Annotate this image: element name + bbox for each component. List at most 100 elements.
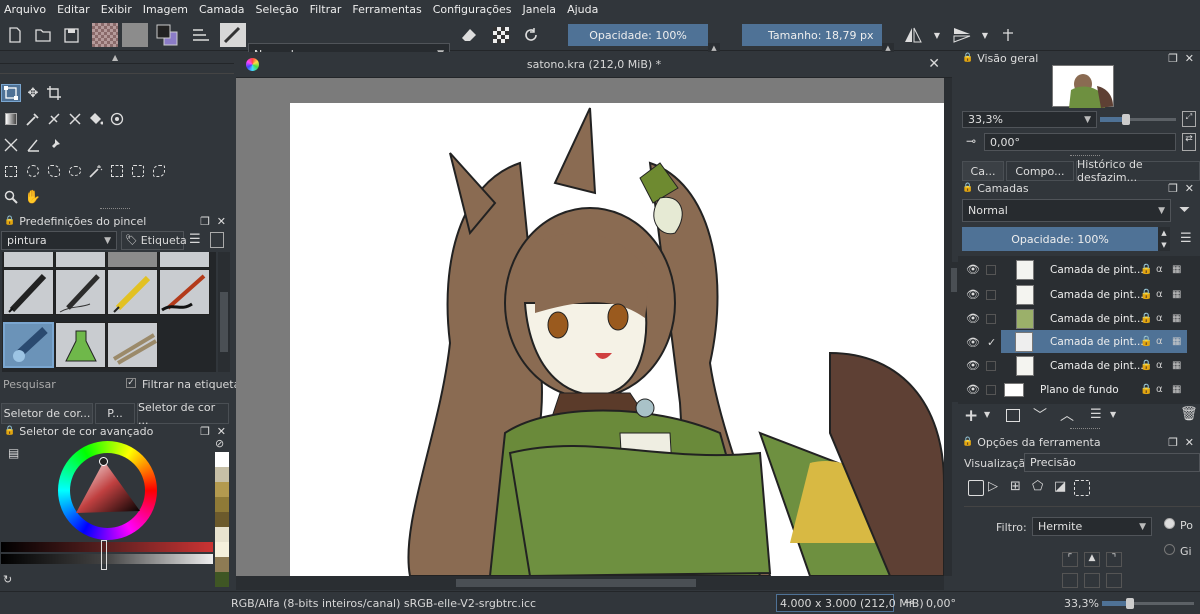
warp-icon[interactable]: ⊞: [1010, 479, 1021, 494]
layer-row-5[interactable]: 👁 Camada de pint... 🔒 α ▦: [962, 354, 1190, 377]
tab-undo-history[interactable]: Histórico de desfazim...: [1076, 158, 1200, 184]
color-swatch[interactable]: [215, 497, 229, 512]
measure-tool-icon[interactable]: [1, 136, 21, 154]
mirror-view-icon[interactable]: ⇄: [1182, 133, 1196, 151]
layer-checkbox[interactable]: [986, 264, 996, 275]
menu-configuracoes[interactable]: Configurações: [433, 3, 512, 16]
color-swatch[interactable]: [215, 542, 229, 557]
brush-preset-4[interactable]: [159, 252, 210, 268]
perspective-icon[interactable]: ▷: [988, 479, 998, 494]
color-swatch[interactable]: [215, 527, 229, 542]
lock-icon[interactable]: 🔒: [4, 426, 15, 436]
menu-filtrar[interactable]: Filtrar: [310, 3, 342, 16]
delete-layer-icon[interactable]: 🗑: [1180, 406, 1198, 422]
lock-icon[interactable]: 🔒: [1140, 264, 1152, 275]
alpha-icon[interactable]: α: [1156, 264, 1163, 275]
brush-preset-1[interactable]: [3, 252, 54, 268]
assistant-tool-icon[interactable]: [107, 110, 127, 128]
brush-preset-11[interactable]: [107, 322, 158, 368]
fit-zoom-icon[interactable]: ⤢: [1182, 111, 1196, 127]
lock-icon[interactable]: 🔒: [962, 53, 973, 63]
zoom-tool-icon[interactable]: [1, 188, 21, 206]
menu-editar[interactable]: Editar: [57, 3, 90, 16]
lock-icon[interactable]: 🔒: [1140, 289, 1152, 300]
menu-janela[interactable]: Janela: [523, 3, 557, 16]
close-document-icon[interactable]: ✕: [928, 56, 940, 72]
brush-preset-7[interactable]: [107, 269, 158, 315]
lock-icon[interactable]: 🔒: [1140, 384, 1152, 395]
cage-icon[interactable]: ⬠: [1032, 479, 1043, 494]
layer-checkbox[interactable]: [986, 360, 996, 371]
layer-row-3[interactable]: 👁 Camada de pint... 🔒 α ▦: [962, 307, 1190, 330]
size-slider[interactable]: Tamanho: 18,79 px: [742, 24, 882, 46]
ellipse-select-icon[interactable]: [23, 162, 43, 180]
stroke-settings-icon[interactable]: [190, 23, 212, 47]
bezier-select-icon[interactable]: [128, 162, 148, 180]
float-panel-icon[interactable]: ❐: [200, 425, 210, 438]
anchor-center-icon[interactable]: [1084, 573, 1100, 588]
brush-preset-10[interactable]: [55, 322, 106, 368]
pin-icon[interactable]: [1000, 23, 1016, 47]
alpha-lock-icon[interactable]: ▦: [1172, 313, 1181, 324]
layer-properties-icon[interactable]: ☰: [1090, 407, 1102, 422]
lock-icon[interactable]: 🔒: [962, 437, 973, 447]
overview-thumbnail[interactable]: [1052, 65, 1114, 108]
transform-tool-icon[interactable]: [1, 84, 21, 102]
lock-icon[interactable]: 🔒: [1140, 336, 1152, 347]
add-layer-icon[interactable]: +: [964, 406, 978, 426]
color-swatch[interactable]: [215, 467, 229, 482]
alpha-icon[interactable]: α: [1156, 360, 1163, 371]
rotation-field[interactable]: 0,00°: [984, 133, 1176, 151]
close-icon[interactable]: ✕: [217, 215, 226, 228]
toolbox-handle[interactable]: ▲: [0, 52, 234, 64]
gradient-tool-icon[interactable]: [1, 110, 21, 128]
layer-row-2[interactable]: 👁 Camada de pint... 🔒 α ▦: [962, 283, 1190, 306]
value-slider[interactable]: [1, 542, 213, 552]
anchor-top-left-icon[interactable]: ⌜: [1062, 552, 1078, 567]
brush-search-input[interactable]: Pesquisar: [3, 378, 121, 392]
alpha-icon[interactable]: α: [1156, 384, 1163, 395]
anchor-right-icon[interactable]: [1106, 573, 1122, 588]
reference-pin-icon[interactable]: [44, 136, 64, 154]
anchor-top-right-icon[interactable]: ⌝: [1106, 552, 1122, 567]
eye-icon[interactable]: 👁: [966, 383, 980, 396]
menu-arquivo[interactable]: Arquivo: [4, 3, 46, 16]
layer-checkbox[interactable]: [986, 313, 996, 324]
anchor-left-icon[interactable]: [1062, 573, 1078, 588]
smart-patch-icon[interactable]: [44, 110, 64, 128]
pattern-swatch-icon[interactable]: [122, 23, 148, 47]
brush-preset-8[interactable]: [159, 269, 210, 315]
reload-preset-icon[interactable]: [520, 23, 542, 47]
brush-preset-6[interactable]: [55, 269, 106, 315]
lock-icon[interactable]: 🔒: [1140, 313, 1152, 324]
brush-tag-select[interactable]: pintura ▼: [1, 231, 117, 250]
brush-preview-icon[interactable]: [220, 23, 246, 47]
angle-tool-icon[interactable]: [23, 136, 43, 154]
brush-preset-9[interactable]: [3, 322, 54, 368]
brush-preset-3[interactable]: [107, 252, 158, 268]
new-document-icon[interactable]: [4, 23, 26, 47]
dock-grip[interactable]: [100, 208, 130, 210]
brush-preset-5[interactable]: [3, 269, 54, 315]
brush-preset-2[interactable]: [55, 252, 106, 268]
tab-compositions[interactable]: Compo...: [1006, 161, 1074, 181]
tab-color-selector-2[interactable]: Seletor de cor ...: [137, 401, 229, 427]
chevron-down-icon[interactable]: ▼: [984, 410, 990, 419]
menu-exibir[interactable]: Exibir: [101, 3, 132, 16]
close-icon[interactable]: ✕: [217, 425, 226, 438]
similar-select-icon[interactable]: [107, 162, 127, 180]
layer-checkbox[interactable]: [986, 289, 996, 300]
free-transform-icon[interactable]: [968, 480, 984, 496]
slider-handle[interactable]: [101, 540, 107, 570]
fg-bg-color-icon[interactable]: [154, 23, 180, 47]
zoom-slider[interactable]: [1100, 114, 1176, 125]
lock-icon[interactable]: 🔒: [962, 183, 973, 193]
polygon-select-icon[interactable]: [44, 162, 64, 180]
float-panel-icon[interactable]: ❐: [1168, 52, 1178, 65]
menu-icon[interactable]: ☰: [189, 232, 203, 248]
tag-button[interactable]: 🏷 Etiqueta: [121, 231, 187, 250]
lock-icon[interactable]: 🔒: [1140, 360, 1152, 371]
color-settings-icon[interactable]: ▤: [8, 446, 19, 460]
close-icon[interactable]: ✕: [1185, 52, 1194, 65]
alpha-lock-icon[interactable]: ▦: [1172, 360, 1181, 371]
